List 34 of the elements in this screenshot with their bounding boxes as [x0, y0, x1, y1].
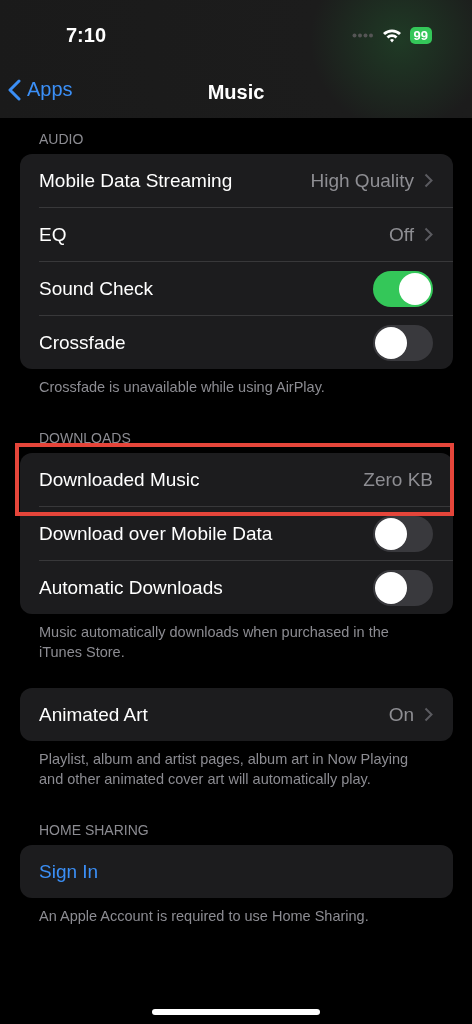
back-chevron-icon — [8, 78, 21, 101]
section-header: DOWNLOADS — [38, 429, 132, 448]
battery-level: 99 — [409, 26, 432, 44]
section-footer: An Apple Account is required to use Home Sharing. — [20, 898, 453, 926]
page-title: Music — [207, 80, 265, 104]
toggle-switch[interactable] — [373, 569, 433, 606]
detail-value[interactable]: Off — [389, 223, 433, 246]
row-label: Download over Mobile Data — [39, 522, 273, 545]
toggle-switch[interactable] — [373, 270, 433, 307]
toggle-switch[interactable] — [373, 515, 433, 552]
toggle-switch[interactable] — [373, 324, 433, 361]
row-label: Sound Check — [39, 277, 154, 300]
section-footer: Music automatically downloads when purchased in the iTunes Store. — [20, 614, 453, 662]
section-header: HOME SHARING — [38, 821, 150, 840]
row-label: Animated Art — [39, 703, 148, 726]
detail-value[interactable]: High Quality — [310, 169, 433, 192]
section-header: AUDIO — [38, 130, 85, 149]
row-label: Downloaded Music — [39, 468, 200, 491]
detail-value[interactable]: On — [388, 703, 433, 726]
wifi-icon — [381, 27, 402, 43]
back-button[interactable]: Apps — [8, 78, 73, 101]
status-time: 7:10 — [66, 23, 107, 47]
chevron-icon — [424, 227, 433, 242]
section-footer: Crossfade is unavailable while using AirPlay. — [20, 369, 453, 397]
chevron-icon — [424, 707, 433, 722]
row-label: EQ — [39, 223, 67, 246]
row-value: Zero KB — [363, 468, 433, 491]
section-footer: Playlist, album and artist pages, album art in Now Playing and other animated cover art will automatically play. — [20, 741, 453, 789]
row-label: Mobile Data Streaming — [39, 169, 233, 192]
signal-icon — [351, 32, 374, 38]
chevron-icon — [424, 173, 433, 188]
sign-in-link[interactable]: Sign In — [39, 860, 99, 883]
row-label: Crossfade — [39, 331, 126, 354]
row-label: Automatic Downloads — [39, 576, 223, 599]
